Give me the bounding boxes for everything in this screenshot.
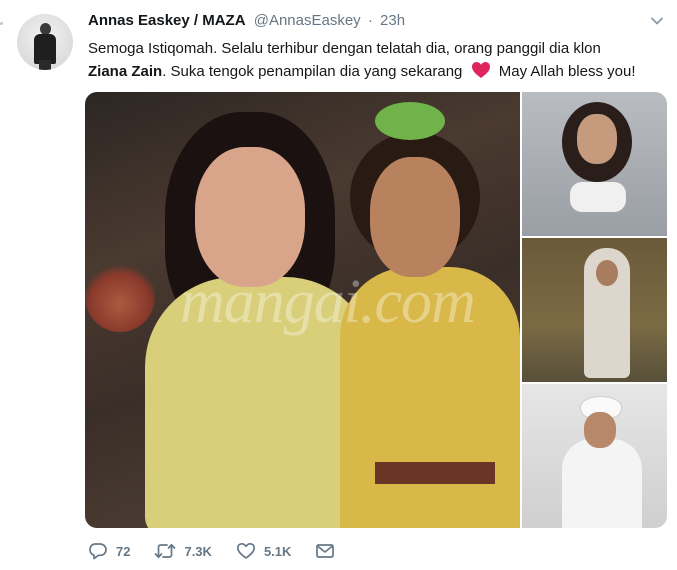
- like-icon: [236, 542, 255, 559]
- display-name[interactable]: Annas Easkey / MAZA: [88, 12, 246, 29]
- person-left-face: [195, 147, 305, 287]
- action-bar: 72 7.3K 5.1K: [88, 538, 367, 564]
- reply-count: 72: [116, 543, 131, 559]
- retweet-icon: [155, 543, 176, 559]
- person-right-hair-flower: [375, 102, 445, 140]
- tweet-header: Annas Easkey / MAZA @AnnasEaskey · 23h: [88, 12, 405, 29]
- tweet-text: Semoga Istiqomah. Selalu terhibur dengan…: [88, 37, 673, 83]
- tweet-text-mid: . Suka tengok penampilan dia yang sekara…: [162, 63, 463, 80]
- person-right-face: [370, 157, 460, 277]
- retweet-button[interactable]: 7.3K: [154, 542, 212, 560]
- side-photo-3[interactable]: [522, 384, 667, 528]
- side3-face: [584, 412, 616, 448]
- tweet-text-end: May Allah bless you!: [498, 63, 636, 80]
- media-grid: mangai.com: [85, 92, 667, 528]
- side1-face: [577, 114, 617, 164]
- separator-dot: ·: [367, 12, 373, 29]
- avatar[interactable]: [17, 14, 73, 70]
- side-photo-1[interactable]: [522, 92, 667, 236]
- watermark-text: mangai.com: [180, 268, 476, 336]
- side3-robe: [562, 439, 642, 528]
- user-handle[interactable]: @AnnasEaskey: [254, 12, 361, 29]
- direct-message-button[interactable]: [315, 542, 343, 560]
- tweet[interactable]: Annas Easkey / MAZA @AnnasEaskey · 23h S…: [0, 0, 677, 570]
- like-count: 5.1K: [263, 543, 292, 559]
- tweet-text-bold: Ziana Zain: [88, 63, 163, 80]
- chevron-down-icon[interactable]: [650, 14, 664, 28]
- heart-emoji-icon: [471, 62, 490, 78]
- tweet-text-line1: Semoga Istiqomah. Selalu terhibur dengan…: [88, 40, 601, 57]
- direct-message-icon: [316, 544, 335, 558]
- edge-dot: [0, 22, 3, 25]
- avatar-legs: [39, 60, 51, 70]
- side2-face: [596, 260, 618, 286]
- retweet-count: 7.3K: [184, 543, 212, 559]
- timestamp[interactable]: 23h: [380, 12, 405, 29]
- reply-button[interactable]: 72: [88, 542, 130, 560]
- side-photo-2[interactable]: [522, 238, 667, 382]
- like-button[interactable]: 5.1K: [236, 542, 291, 560]
- side1-top: [570, 182, 626, 212]
- main-photo[interactable]: mangai.com: [85, 92, 520, 528]
- watermark-flame-logo: [85, 262, 155, 332]
- reply-icon: [89, 543, 107, 560]
- person-right-belt: [375, 462, 495, 484]
